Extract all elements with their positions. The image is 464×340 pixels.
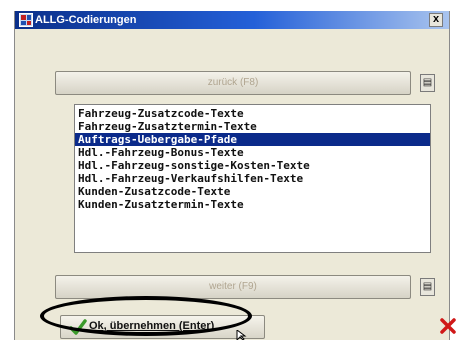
scroll-up-icon[interactable]: ▤ (420, 74, 435, 92)
checkmark-icon (69, 319, 87, 335)
next-button[interactable]: weiter (F9) (55, 275, 411, 299)
window-title: ALLG-Codierungen (35, 14, 137, 26)
list-item[interactable]: Hdl.-Fahrzeug-sonstige-Kosten-Texte (75, 159, 430, 172)
app-grid-icon (19, 13, 33, 27)
list-item-selected[interactable]: Auftrags-Uebergabe-Pfade (75, 133, 430, 146)
list-item[interactable]: Fahrzeug-Zusatzcode-Texte (75, 107, 430, 120)
title-bar[interactable]: ALLG-Codierungen x (15, 11, 449, 29)
codierungen-listbox[interactable]: Fahrzeug-Zusatzcode-Texte Fahrzeug-Zusat… (74, 104, 431, 253)
list-item[interactable]: Hdl.-Fahrzeug-Verkaufshilfen-Texte (75, 172, 430, 185)
ok-button-label: Ok, übernehmen (Enter) (89, 320, 215, 332)
red-x-icon[interactable] (439, 317, 457, 335)
mouse-cursor-icon (236, 330, 247, 340)
list-item[interactable]: Hdl.-Fahrzeug-Bonus-Texte (75, 146, 430, 159)
list-item[interactable]: Fahrzeug-Zusatztermin-Texte (75, 120, 430, 133)
scroll-down-icon[interactable]: ▤ (420, 278, 435, 296)
close-icon[interactable]: x (429, 13, 443, 27)
back-button[interactable]: zurück (F8) (55, 71, 411, 95)
allg-codierungen-dialog: ALLG-Codierungen x zurück (F8) ▤ Fahrzeu… (14, 11, 456, 340)
list-item[interactable]: Kunden-Zusatztermin-Texte (75, 198, 430, 211)
list-item[interactable]: Kunden-Zusatzcode-Texte (75, 185, 430, 198)
ok-button[interactable]: Ok, übernehmen (Enter) (60, 315, 265, 339)
